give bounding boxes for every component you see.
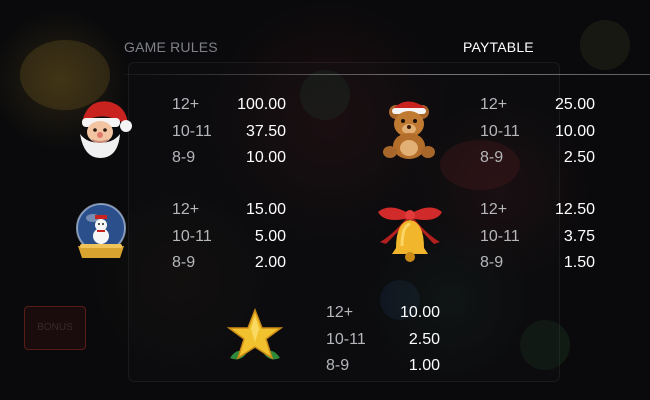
payout-row: 8-9 2.50: [480, 149, 595, 169]
payout-row: 8-9 1.00: [326, 357, 440, 377]
payout-value: 1.00: [408, 357, 440, 374]
payout-value: 3.75: [563, 227, 595, 245]
snow-globe-icon: [70, 200, 132, 264]
payout-value: 2.00: [254, 254, 286, 271]
symbol-count: 8-9: [480, 254, 504, 271]
bell-icon: [374, 202, 446, 264]
tab-paytable[interactable]: PAYTABLE: [463, 39, 534, 55]
symbol-count: 8-9: [172, 254, 196, 271]
payout-value: 25.00: [554, 96, 595, 113]
payout-value: 1.50: [563, 254, 595, 271]
payout-row: 10-11 5.00: [172, 228, 286, 248]
teddy-bear-icon: [376, 96, 442, 162]
tab-bar: GAME RULES PAYTABLE: [0, 0, 650, 80]
payout-value: 5.00: [254, 227, 286, 245]
symbol-count: 10-11: [172, 227, 212, 245]
tab-game-rules[interactable]: GAME RULES: [124, 39, 218, 55]
symbol-count: 10-11: [480, 122, 520, 140]
payout-row: 12+ 100.00: [172, 96, 286, 116]
payout-value: 12.50: [554, 201, 595, 218]
payout-value: 15.00: [245, 201, 286, 218]
payout-value: 10.00: [554, 122, 595, 140]
payout-row: 12+ 15.00: [172, 201, 286, 221]
symbol-count: 8-9: [172, 149, 196, 166]
payout-row: 10-11 37.50: [172, 123, 286, 143]
symbol-count: 12+: [480, 201, 508, 218]
santa-icon: [66, 94, 136, 164]
symbol-count: 10-11: [326, 330, 366, 348]
payout-row: 8-9 2.00: [172, 254, 286, 274]
payout-row: 12+ 10.00: [326, 304, 440, 324]
star-icon: [224, 306, 286, 366]
symbol-count: 8-9: [480, 149, 504, 166]
payout-row: 10-11 3.75: [480, 228, 595, 248]
symbol-count: 12+: [172, 201, 200, 218]
payout-value: 2.50: [563, 149, 595, 166]
payout-row: 12+ 25.00: [480, 96, 595, 116]
payout-value: 100.00: [237, 96, 286, 113]
payout-value: 10.00: [245, 149, 286, 166]
payout-row: 8-9 1.50: [480, 254, 595, 274]
symbol-count: 12+: [326, 304, 354, 321]
payout-row: 10-11 2.50: [326, 331, 440, 351]
tab-divider: [124, 74, 650, 75]
symbol-count: 10-11: [480, 227, 520, 245]
payout-value: 2.50: [408, 330, 440, 348]
payout-value: 37.50: [245, 122, 286, 140]
symbol-count: 12+: [172, 96, 200, 113]
payout-row: 8-9 10.00: [172, 149, 286, 169]
symbol-count: 10-11: [172, 122, 212, 140]
payout-row: 10-11 10.00: [480, 123, 595, 143]
background-bonus-button: BONUS: [24, 306, 86, 350]
symbol-count: 12+: [480, 96, 508, 113]
payout-value: 10.00: [399, 304, 440, 321]
payout-row: 12+ 12.50: [480, 201, 595, 221]
symbol-count: 8-9: [326, 357, 350, 374]
